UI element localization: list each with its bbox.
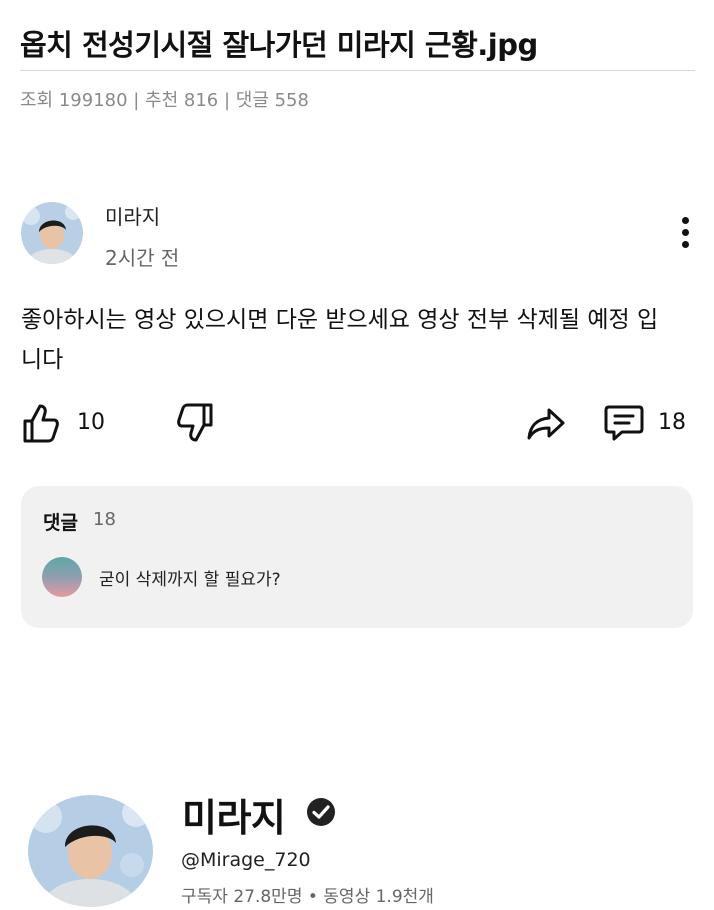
channel-avatar-large[interactable]	[28, 795, 153, 907]
comment-icon[interactable]	[603, 402, 645, 444]
title-divider	[20, 70, 695, 71]
post-title: 옵치 전성기시절 잘나가던 미라지 근황.jpg	[20, 28, 538, 62]
comments-count: 18	[93, 509, 116, 530]
verified-icon	[305, 796, 337, 828]
post-body: 좋아하시는 영상 있으시면 다운 받으세요 영상 전부 삭제될 예정 입니다	[21, 307, 659, 373]
channel-stats: 구독자 27.8만명 • 동영상 1.9천개	[181, 887, 434, 907]
comments-section[interactable]: 댓글 18 굳이 삭제까지 할 필요가?	[21, 486, 693, 628]
top-comment-text: 굳이 삭제까지 할 필요가?	[99, 570, 281, 590]
more-vert-icon[interactable]	[672, 215, 700, 251]
channel-title: 미라지	[182, 796, 286, 840]
post-meta: 조회 199180 | 추천 816 | 댓글 558	[20, 90, 309, 111]
share-icon[interactable]	[525, 402, 567, 444]
thumbs-down-icon[interactable]	[176, 402, 216, 444]
like-count: 10	[77, 410, 105, 435]
comment-count: 18	[658, 410, 686, 435]
channel-handle: @Mirage_720	[181, 849, 311, 871]
channel-avatar[interactable]	[21, 202, 83, 264]
channel-name[interactable]: 미라지	[105, 201, 160, 230]
thumbs-up-icon[interactable]	[22, 402, 62, 444]
comments-label: 댓글	[43, 512, 78, 534]
commenter-avatar	[42, 557, 82, 597]
post-time: 2시간 전	[105, 246, 180, 270]
